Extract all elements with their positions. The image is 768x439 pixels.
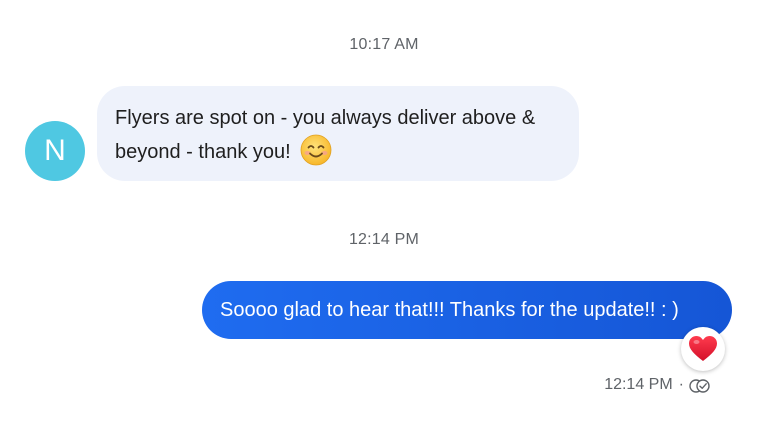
avatar-initial: N [44, 134, 66, 167]
outgoing-message-text: Soooo glad to hear that!!! Thanks for th… [220, 299, 679, 321]
message-time: 12:14 PM [604, 376, 673, 393]
smiling-face-emoji [300, 134, 332, 166]
heart-icon [689, 336, 717, 361]
message-timestamp: 12:14 PM [348, 231, 420, 248]
chat-thread: 10:17 AM N Flyers are spot on - you alwa… [0, 0, 768, 439]
outgoing-message-bubble[interactable]: Soooo glad to hear that!!! Thanks for th… [202, 281, 732, 339]
read-receipt-icon [689, 379, 710, 393]
avatar[interactable]: N [25, 121, 85, 181]
meta-separator: · [678, 376, 684, 393]
message-timestamp: 10:17 AM [349, 36, 419, 53]
incoming-message-bubble[interactable]: Flyers are spot on - you always deliver … [97, 86, 579, 181]
message-reaction[interactable] [681, 327, 725, 371]
